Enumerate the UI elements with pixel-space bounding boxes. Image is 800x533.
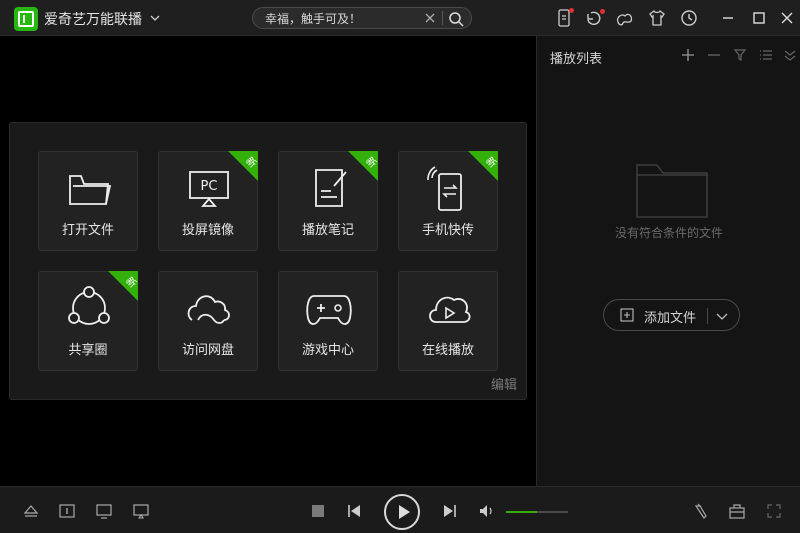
single-loop-icon[interactable] [58,502,76,520]
history-clock-icon[interactable] [679,8,699,28]
search-box [252,7,472,29]
skin-tshirt-icon[interactable] [647,8,667,28]
gamepad-icon [306,295,352,325]
new-badge: 新 [468,151,498,181]
new-badge: 新 [108,271,138,301]
empty-folder-icon [636,164,708,218]
tile-label: 投屏镜像 [181,223,234,238]
cloud-play-icon [429,296,471,323]
playlist-panel: 播放列表 没有符合条件的文件 添加文件 [536,36,800,486]
collapse-icon[interactable] [782,47,798,63]
video-area[interactable]: 打开文件 PC 投屏镜像 新 播放笔记 新 手机快传 新 共享圈 新 访问网盘 [0,36,536,486]
eject-icon[interactable] [22,502,40,520]
tile-label: 播放笔记 [301,223,354,238]
chevron-down-icon[interactable] [148,11,162,25]
chevron-down-icon[interactable] [714,308,730,324]
cloud-link-icon[interactable] [615,8,635,28]
close-icon[interactable] [777,8,797,28]
app-title[interactable]: 爱奇艺万能联播 [44,9,142,29]
edit-link[interactable]: 编辑 [491,374,517,393]
tile-label: 游戏中心 [301,343,354,358]
volume-slider[interactable] [506,511,568,513]
tile-online-play[interactable]: 在线播放 [398,271,498,371]
share-circle-icon [68,286,110,325]
title-bar: 爱奇艺万能联播 [0,0,800,36]
folder-icon [69,175,112,205]
pc-cast-icon: PC [189,171,229,207]
fullscreen-icon[interactable] [765,502,783,520]
tile-play-notes[interactable]: 播放笔记 新 [278,151,378,251]
remove-icon[interactable] [706,47,722,63]
volume-icon[interactable] [478,502,496,520]
phone-connect-icon[interactable] [692,502,710,520]
play-icon [399,505,410,519]
search-input[interactable] [253,8,423,28]
playlist-title: 播放列表 [550,52,603,67]
tile-share-circle[interactable]: 共享圈 新 [38,271,138,371]
app-logo-icon [14,7,38,31]
add-file-label: 添加文件 [644,311,697,326]
minimize-icon[interactable] [718,8,738,28]
new-badge: 新 [348,151,378,181]
new-badge: 新 [228,151,258,181]
tile-label: 共享圈 [68,343,108,358]
play-button[interactable] [384,494,420,530]
clear-search-icon[interactable] [423,11,437,25]
empty-message: 没有符合条件的文件 [614,226,723,240]
add-icon[interactable] [680,47,696,63]
maximize-icon[interactable] [749,8,769,28]
note-icon [315,169,347,207]
pc-cast-icon-text: PC [201,179,218,194]
player-control-bar [0,486,800,533]
tile-label: 打开文件 [61,223,114,238]
tile-screen-cast[interactable]: PC 投屏镜像 新 [158,151,258,251]
pc-screen-icon[interactable] [132,502,150,520]
list-view-icon[interactable] [758,47,774,63]
quick-launch-panel: 打开文件 PC 投屏镜像 新 播放笔记 新 手机快传 新 共享圈 新 访问网盘 [9,122,527,400]
tile-label: 在线播放 [421,343,474,358]
previous-icon[interactable] [345,502,363,520]
tile-label: 访问网盘 [181,343,234,358]
cloud-drive-icon [187,295,230,324]
tile-label: 手机快传 [421,223,474,238]
filter-icon[interactable] [732,47,748,63]
toolbox-icon[interactable] [728,502,746,520]
search-icon[interactable] [447,10,465,28]
tv-cast-icon[interactable] [95,502,113,520]
next-icon[interactable] [441,502,459,520]
tile-open-file[interactable]: 打开文件 [38,151,138,251]
volume-level [506,511,537,513]
tile-phone-transfer[interactable]: 手机快传 新 [398,151,498,251]
add-file-icon [620,308,634,322]
notification-dot [569,8,574,13]
tile-cloud-drive[interactable]: 访问网盘 [158,271,258,371]
add-file-button[interactable]: 添加文件 [603,299,740,331]
phone-transfer-icon [427,166,462,211]
stop-icon[interactable] [309,502,327,520]
add-file-divider [707,308,708,324]
notification-dot [600,9,605,14]
tile-game-center[interactable]: 游戏中心 [278,271,378,371]
search-divider [442,11,443,25]
